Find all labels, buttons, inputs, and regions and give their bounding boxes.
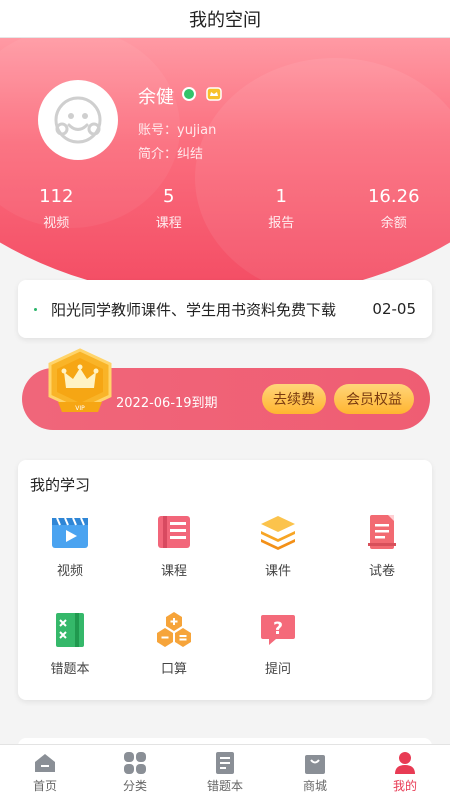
study-item-question[interactable]: ? 提问: [226, 610, 330, 677]
decor-circle: [195, 58, 450, 298]
tab-category[interactable]: 分类: [90, 745, 180, 800]
wrong-book-icon: [56, 613, 84, 647]
vip-expire-date: 2022-06-19到期: [116, 396, 218, 411]
stats-row: 112 视频 5 课程 1 报告 16.26 余额: [0, 186, 450, 236]
stat-label: 余额: [380, 216, 407, 231]
tab-label: 首页: [32, 778, 57, 793]
notebook-icon: [216, 751, 234, 774]
announcement-date: 02-05: [372, 300, 416, 318]
category-icon: [124, 751, 146, 774]
stat-label: 报告: [268, 216, 295, 231]
study-item-label: 口算: [160, 662, 187, 677]
bullet-dot: [34, 307, 37, 311]
avatar[interactable]: [38, 80, 118, 160]
vip-crown-badge-icon: VIP: [48, 348, 112, 412]
announcement-text: 阳光同学教师课件、学生用书资料免费下载: [51, 300, 337, 319]
my-study-card: 我的学习 视频 课程 课件 试卷 错题本 口算 ? 提问: [18, 460, 432, 700]
stat-value: 5: [163, 186, 175, 207]
tab-label: 分类: [122, 778, 147, 793]
study-item-courseware[interactable]: 课件: [226, 512, 330, 579]
tab-wrong-book[interactable]: 错题本: [180, 745, 270, 800]
courseware-icon: [261, 516, 295, 550]
stat-value: 1: [275, 186, 287, 207]
tab-mine[interactable]: 我的: [360, 745, 450, 800]
study-item-wrong-book[interactable]: 错题本: [18, 610, 122, 677]
page-title: 我的空间: [189, 9, 261, 31]
stat-label: 视频: [43, 216, 70, 231]
question-icon: ?: [261, 615, 295, 645]
profile-header-background: [0, 38, 450, 300]
renew-button[interactable]: 去续费: [262, 384, 326, 414]
crown-badge-icon: [206, 87, 222, 101]
vip-badge-text: VIP: [75, 405, 85, 412]
study-item-exam-paper[interactable]: 试卷: [330, 512, 434, 579]
stat-balance[interactable]: 16.26 余额: [338, 186, 450, 236]
top-bar: 我的空间: [0, 0, 450, 38]
home-icon: [35, 753, 55, 772]
video-icon: [52, 517, 88, 548]
verified-badge-icon: [182, 87, 196, 101]
study-item-video[interactable]: 视频: [18, 512, 122, 579]
section-heading: 我的学习: [30, 476, 91, 494]
course-icon: [158, 516, 190, 548]
stat-courses[interactable]: 5 课程: [113, 186, 226, 236]
svg-text:?: ?: [273, 619, 283, 639]
tab-shop[interactable]: 商城: [270, 745, 360, 800]
study-item-label: 试卷: [368, 564, 395, 579]
study-item-label: 课程: [160, 564, 187, 579]
study-item-label: 提问: [264, 662, 291, 677]
smiley-face-icon: [54, 96, 102, 144]
study-item-label: 课件: [264, 564, 291, 579]
shop-icon: [305, 754, 325, 774]
stat-label: 课程: [155, 216, 182, 231]
study-item-course[interactable]: 课程: [122, 512, 226, 579]
study-item-mental-math[interactable]: 口算: [122, 610, 226, 677]
stat-videos[interactable]: 112 视频: [0, 186, 113, 236]
study-item-label: 视频: [56, 564, 83, 579]
mental-math-icon: [157, 612, 191, 647]
tab-label: 我的: [392, 778, 417, 793]
stat-value: 112: [39, 186, 74, 207]
exam-paper-icon: [368, 515, 396, 549]
account-id: 账号：yujian: [138, 123, 217, 138]
stat-value: 16.26: [367, 186, 420, 207]
tab-home[interactable]: 首页: [0, 745, 90, 800]
stat-reports[interactable]: 1 报告: [225, 186, 338, 236]
member-rights-button[interactable]: 会员权益: [334, 384, 414, 414]
bottom-tab-bar: 首页 分类 错题本 商城 我的: [0, 744, 450, 800]
announcement-bar[interactable]: 阳光同学教师课件、学生用书资料免费下载 02-05: [18, 280, 432, 338]
study-item-label: 错题本: [50, 662, 90, 677]
tab-label: 错题本: [206, 778, 243, 793]
tab-label: 商城: [302, 778, 327, 793]
profile-intro: 简介：纠结: [138, 147, 204, 162]
username: 余健: [138, 87, 174, 108]
user-icon: [395, 751, 415, 774]
